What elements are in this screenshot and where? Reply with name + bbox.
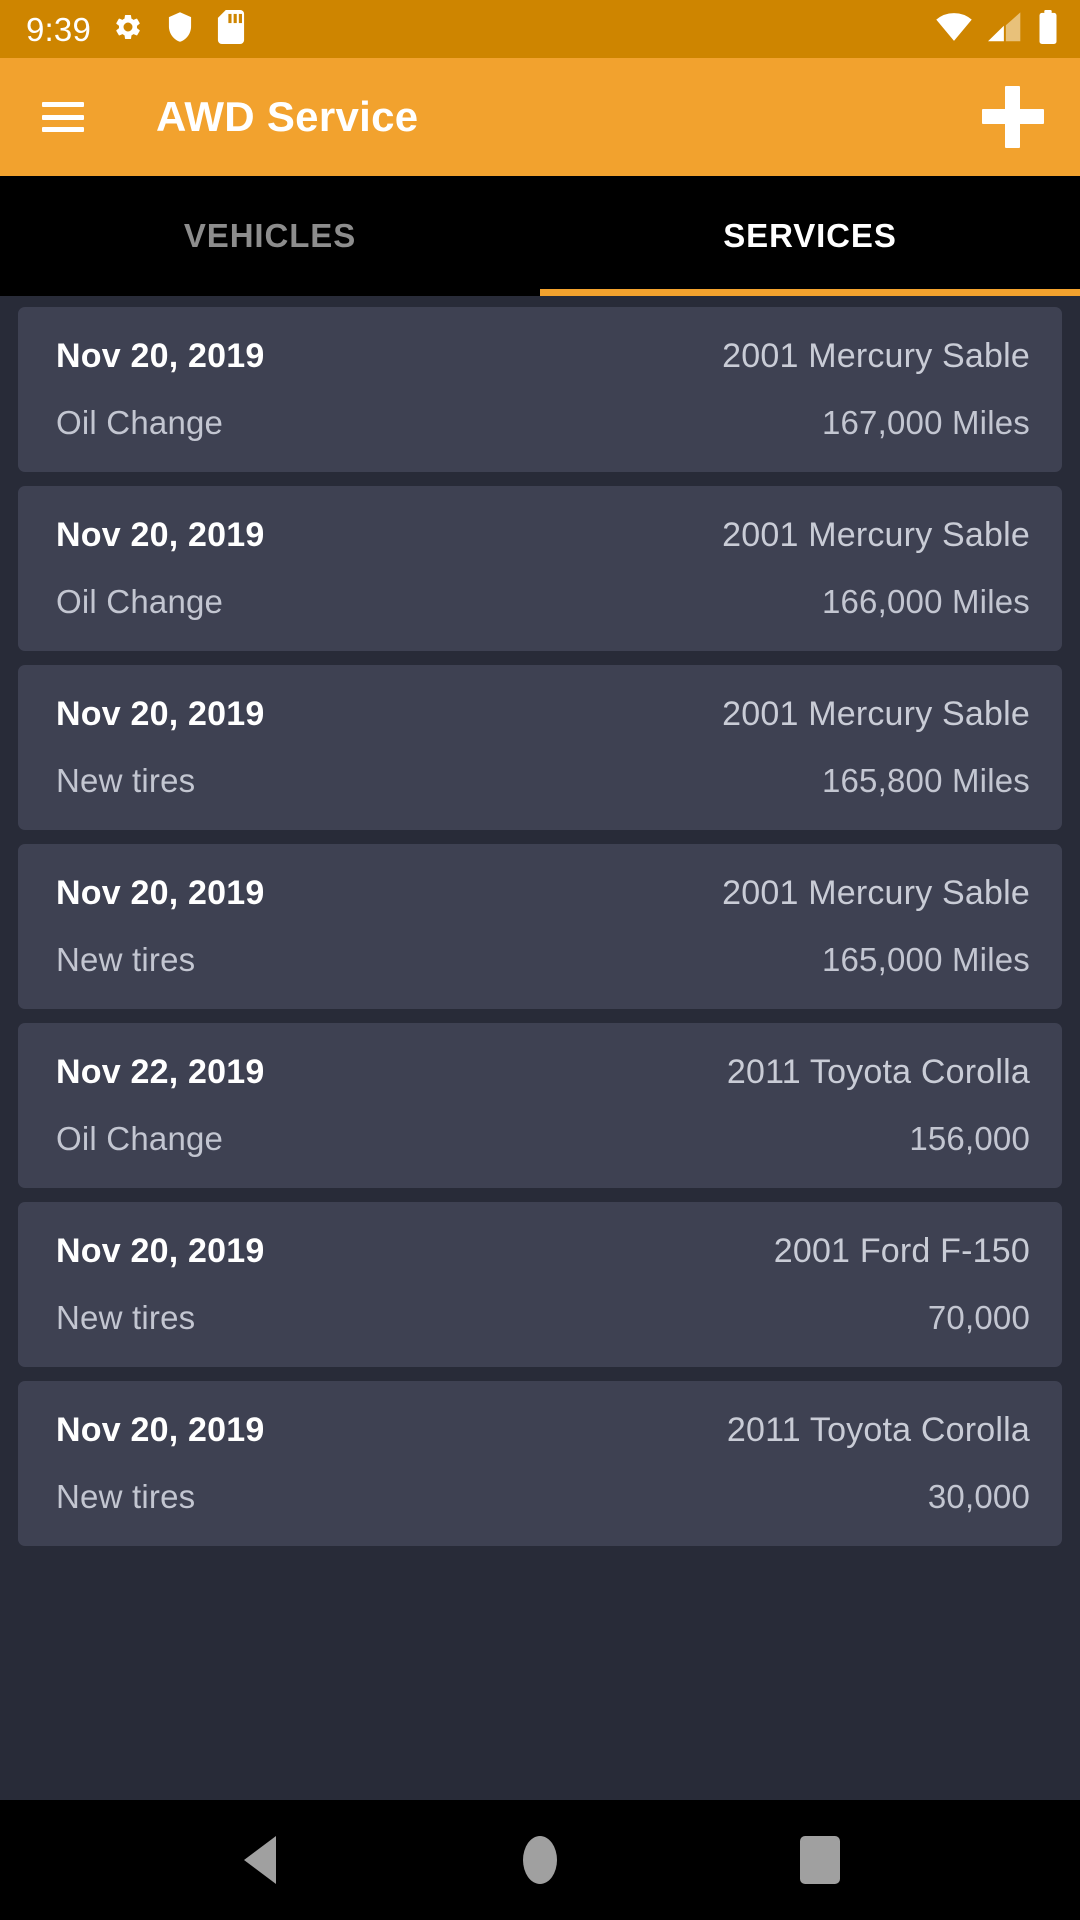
service-date: Nov 20, 2019	[56, 874, 265, 912]
service-card[interactable]: Nov 22, 2019 2011 Toyota Corolla Oil Cha…	[18, 1023, 1062, 1188]
tab-bar: VEHICLES SERVICES	[0, 176, 1080, 296]
service-card[interactable]: Nov 20, 2019 2001 Mercury Sable Oil Chan…	[18, 307, 1062, 472]
service-mileage: 165,000 Miles	[821, 941, 1030, 978]
add-service-button[interactable]	[982, 86, 1044, 148]
service-vehicle: 2001 Mercury Sable	[722, 516, 1030, 554]
service-mileage: 165,800 Miles	[821, 762, 1030, 799]
service-vehicle: 2011 Toyota Corolla	[726, 1411, 1030, 1449]
battery-icon	[1038, 9, 1058, 49]
android-navigation-bar	[0, 1800, 1080, 1920]
cellular-signal-icon	[988, 11, 1022, 47]
service-card-bottom-row: New tires 165,000 Miles	[56, 941, 1030, 979]
service-card-bottom-row: Oil Change 156,000	[56, 1120, 1030, 1158]
service-card-bottom-row: Oil Change 166,000 Miles	[56, 583, 1030, 621]
tab-services[interactable]: SERVICES	[540, 176, 1080, 296]
service-card[interactable]: Nov 20, 2019 2001 Mercury Sable New tire…	[18, 844, 1062, 1009]
sd-card-icon	[217, 9, 245, 49]
service-date: Nov 20, 2019	[56, 337, 265, 375]
service-card-bottom-row: Oil Change 167,000 Miles	[56, 404, 1030, 442]
service-vehicle: 2001 Ford F-150	[773, 1232, 1030, 1270]
service-card-top-row: Nov 20, 2019 2011 Toyota Corolla	[56, 1411, 1030, 1450]
service-card[interactable]: Nov 20, 2019 2001 Mercury Sable New tire…	[18, 665, 1062, 830]
service-type: Oil Change	[56, 1120, 224, 1157]
service-type: New tires	[56, 941, 196, 978]
service-date: Nov 22, 2019	[56, 1053, 265, 1091]
home-button[interactable]	[503, 1823, 577, 1897]
recents-button[interactable]	[783, 1823, 857, 1897]
service-type: Oil Change	[56, 404, 224, 441]
service-mileage: 156,000	[909, 1120, 1030, 1157]
phone-screen: 9:39 AWD Service VEHICLES SERVICES Nov 2…	[0, 0, 1080, 1920]
hamburger-menu-icon[interactable]	[42, 102, 84, 132]
hamburger-line	[42, 127, 84, 132]
services-list[interactable]: Nov 20, 2019 2001 Mercury Sable Oil Chan…	[0, 296, 1080, 1800]
status-clock: 9:39	[26, 10, 92, 48]
tab-vehicles-label: VEHICLES	[183, 217, 357, 254]
service-card-bottom-row: New tires 70,000	[56, 1299, 1030, 1337]
service-date: Nov 20, 2019	[56, 695, 265, 733]
status-bar-right	[936, 9, 1058, 49]
service-vehicle: 2001 Mercury Sable	[722, 874, 1030, 912]
status-bar-left: 9:39	[26, 9, 245, 49]
service-card-bottom-row: New tires 30,000	[56, 1478, 1030, 1516]
tab-vehicles[interactable]: VEHICLES	[0, 176, 540, 296]
service-card-top-row: Nov 20, 2019 2001 Ford F-150	[56, 1232, 1030, 1271]
hamburger-line	[42, 114, 84, 120]
service-date: Nov 20, 2019	[56, 1411, 265, 1449]
service-mileage: 30,000	[927, 1478, 1030, 1515]
page-title: AWD Service	[156, 93, 419, 140]
service-date: Nov 20, 2019	[56, 1232, 265, 1270]
service-type: New tires	[56, 1478, 196, 1515]
recents-square-icon	[800, 1836, 840, 1884]
service-card-top-row: Nov 22, 2019 2011 Toyota Corolla	[56, 1053, 1030, 1092]
service-card-bottom-row: New tires 165,800 Miles	[56, 762, 1030, 800]
home-circle-icon	[523, 1836, 557, 1884]
service-type: New tires	[56, 762, 196, 799]
service-vehicle: 2001 Mercury Sable	[722, 695, 1030, 733]
service-mileage: 167,000 Miles	[821, 404, 1030, 441]
shield-icon	[165, 11, 195, 48]
wifi-icon	[936, 12, 972, 47]
service-card-top-row: Nov 20, 2019 2001 Mercury Sable	[56, 516, 1030, 555]
hamburger-line	[42, 102, 84, 107]
back-button[interactable]	[223, 1823, 297, 1897]
gear-icon	[113, 12, 143, 47]
service-card[interactable]: Nov 20, 2019 2011 Toyota Corolla New tir…	[18, 1381, 1062, 1546]
service-card[interactable]: Nov 20, 2019 2001 Mercury Sable Oil Chan…	[18, 486, 1062, 651]
service-card-top-row: Nov 20, 2019 2001 Mercury Sable	[56, 874, 1030, 913]
tab-services-label: SERVICES	[723, 217, 897, 254]
service-type: Oil Change	[56, 583, 224, 620]
service-card-top-row: Nov 20, 2019 2001 Mercury Sable	[56, 337, 1030, 376]
app-bar: AWD Service	[0, 58, 1080, 176]
service-vehicle: 2001 Mercury Sable	[722, 337, 1030, 375]
service-vehicle: 2011 Toyota Corolla	[726, 1053, 1030, 1091]
service-card[interactable]: Nov 20, 2019 2001 Ford F-150 New tires 7…	[18, 1202, 1062, 1367]
service-mileage: 166,000 Miles	[821, 583, 1030, 620]
service-date: Nov 20, 2019	[56, 516, 265, 554]
status-bar: 9:39	[0, 0, 1080, 58]
service-card-top-row: Nov 20, 2019 2001 Mercury Sable	[56, 695, 1030, 734]
service-mileage: 70,000	[927, 1299, 1030, 1336]
service-type: New tires	[56, 1299, 196, 1336]
back-triangle-icon	[244, 1836, 276, 1884]
